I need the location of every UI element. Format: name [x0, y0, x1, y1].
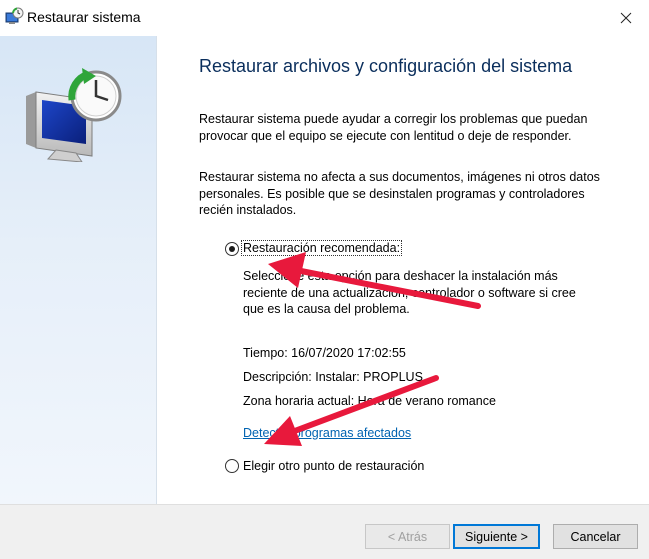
affected-programs-link[interactable]: Detectar programas afectados: [243, 426, 411, 440]
side-banner: [0, 36, 157, 504]
cancel-button[interactable]: Cancelar: [553, 524, 638, 549]
close-icon: [620, 12, 632, 24]
window-title: Restaurar sistema: [27, 9, 141, 25]
back-button[interactable]: < Atrás: [365, 524, 450, 549]
recommended-description: Seleccione esta opción para deshacer la …: [243, 269, 576, 316]
restore-timezone: Zona horaria actual: Hora de verano roma…: [243, 394, 496, 408]
radio-other-point[interactable]: [225, 459, 239, 473]
radio-recommended[interactable]: [225, 242, 239, 256]
restore-time: Tiempo: 16/07/2020 17:02:55: [243, 346, 406, 360]
radio-other-point-label[interactable]: Elegir otro punto de restauración: [243, 459, 424, 473]
system-restore-icon: [5, 7, 24, 24]
button-bar: < Atrás Siguiente > Cancelar: [0, 504, 649, 559]
intro-paragraph: Restaurar sistema puede ayudar a corregi…: [199, 112, 588, 143]
page-title: Restaurar archivos y configuración del s…: [199, 56, 573, 76]
next-button[interactable]: Siguiente >: [453, 524, 540, 549]
restore-description: Descripción: Instalar: PROPLUS: [243, 370, 423, 384]
title-bar: Restaurar sistema: [0, 0, 649, 36]
close-button[interactable]: [603, 0, 649, 36]
info-paragraph: Restaurar sistema no afecta a sus docume…: [199, 170, 600, 217]
computer-clock-icon: [26, 68, 122, 162]
radio-recommended-label[interactable]: Restauración recomendada:: [240, 240, 403, 256]
